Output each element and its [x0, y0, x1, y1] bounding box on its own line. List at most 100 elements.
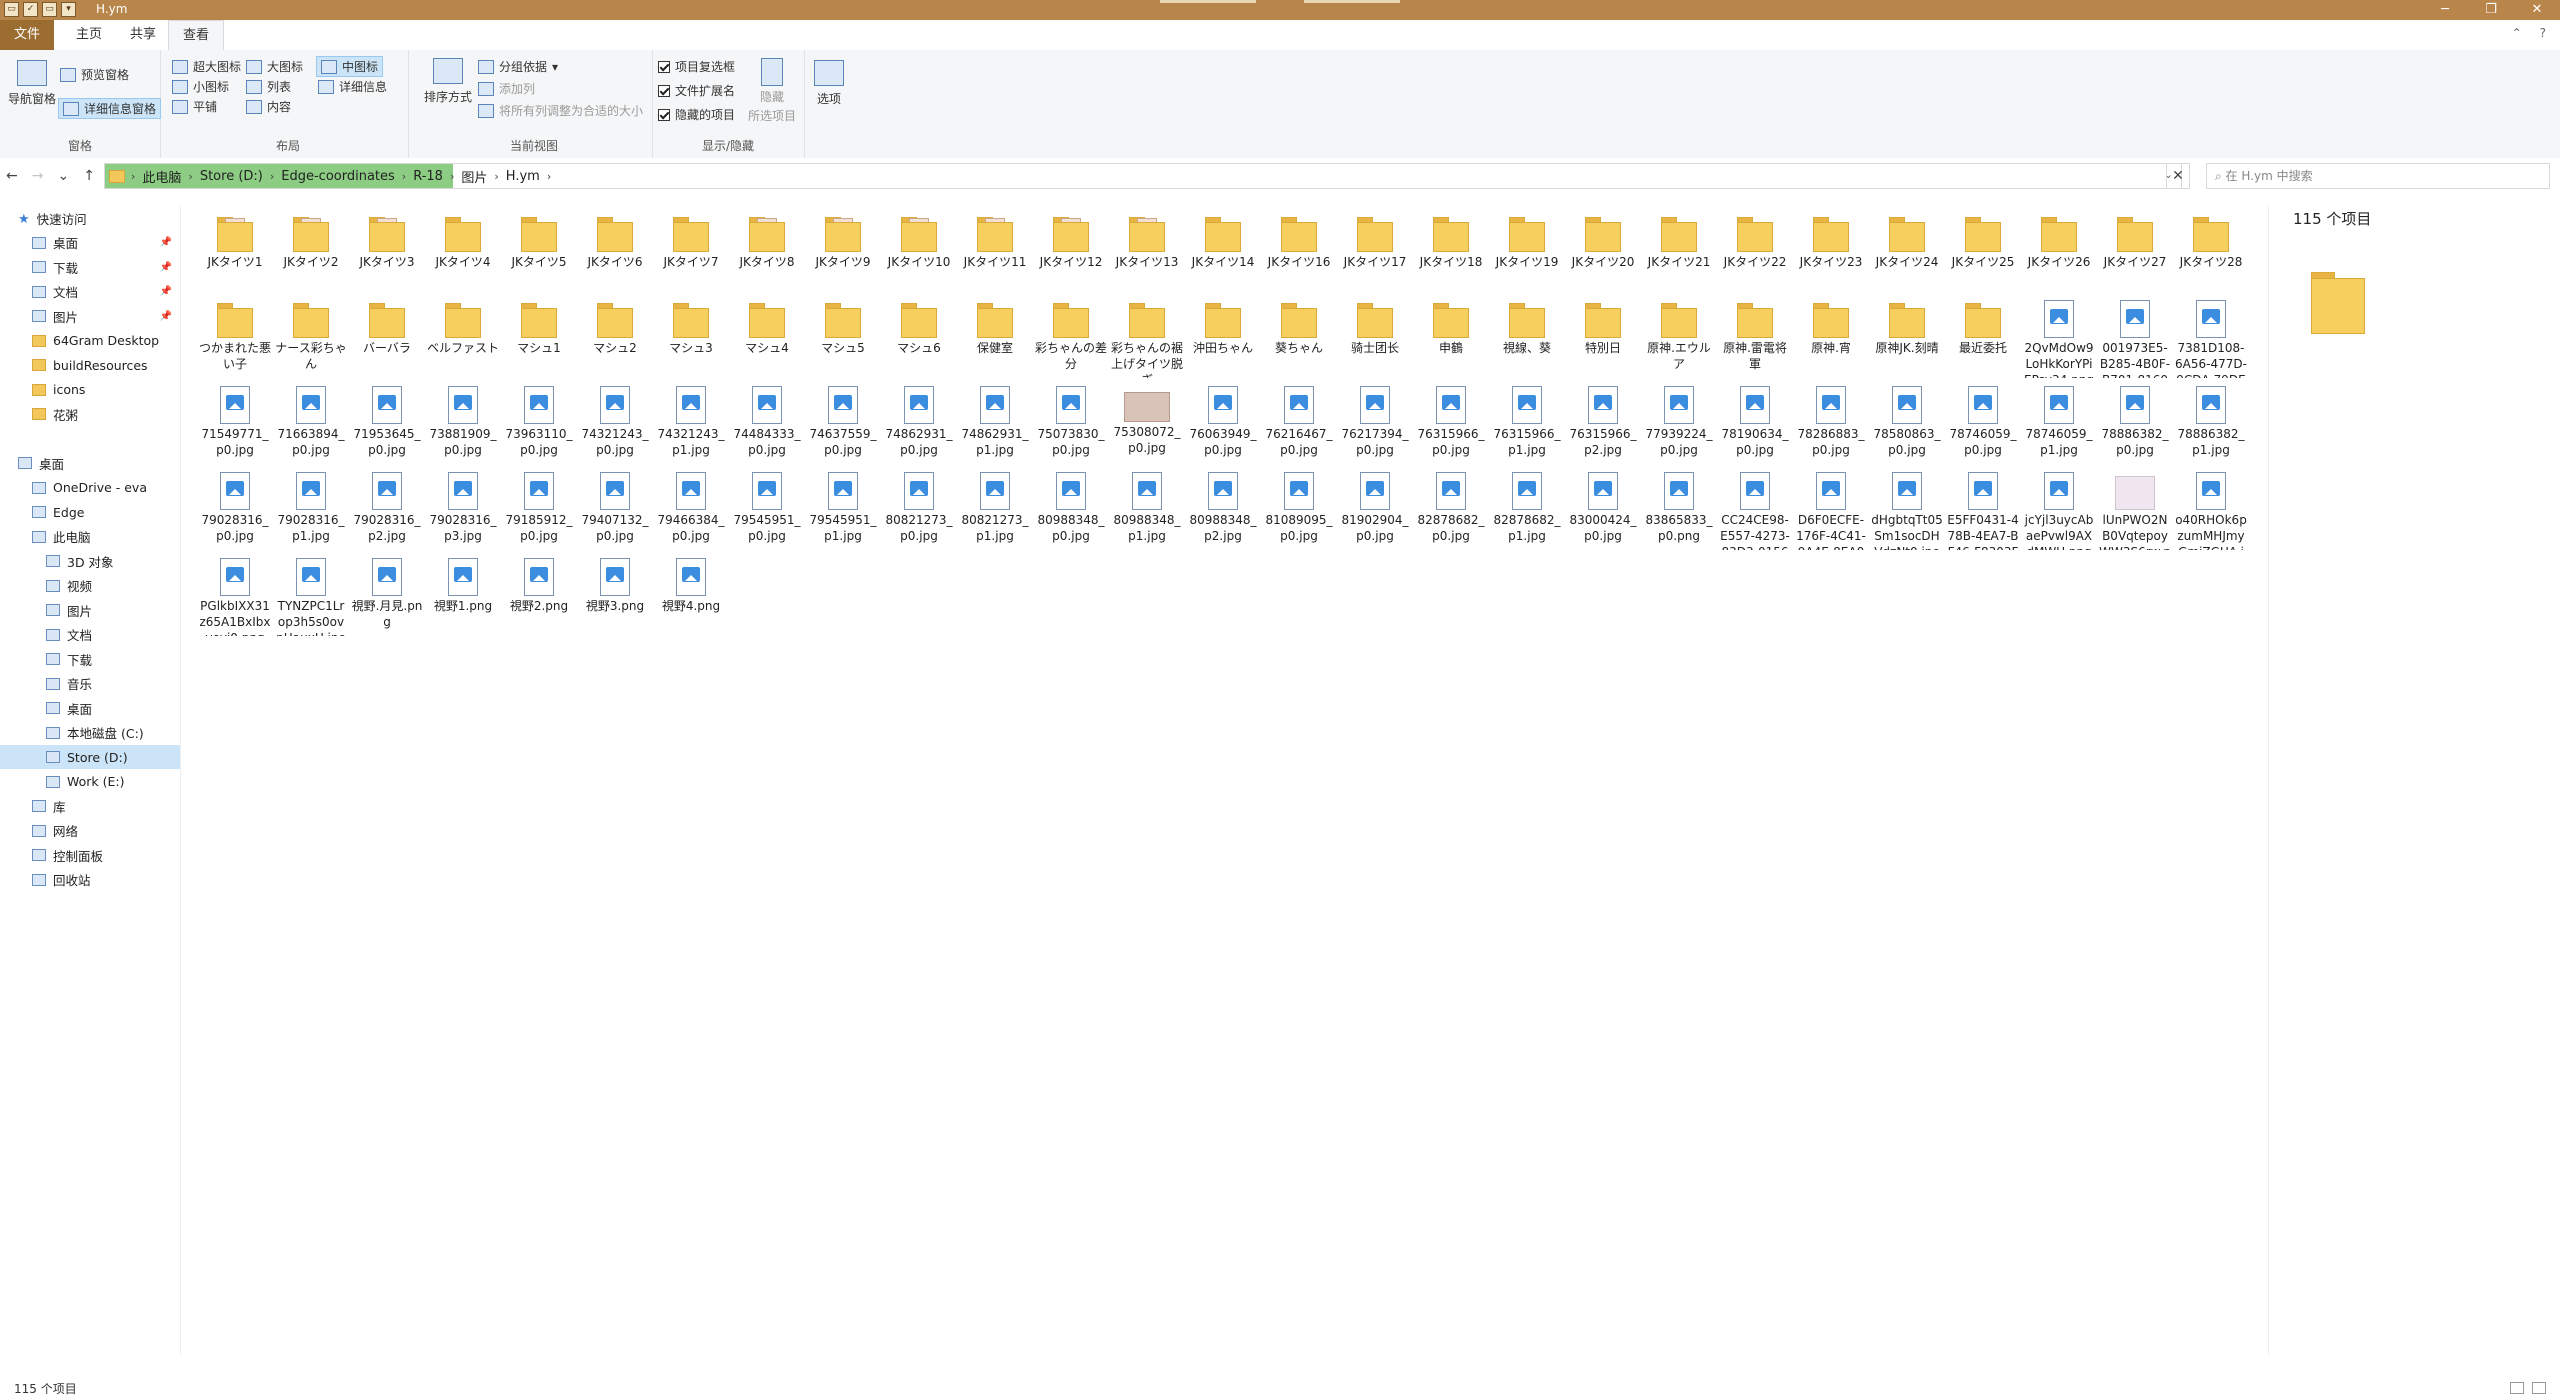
folder-item[interactable]: JKタイツ2	[273, 206, 349, 292]
file-item[interactable]: 80988348_p2.jpg	[1185, 464, 1261, 550]
nav-item[interactable]: 图片 📌	[0, 304, 180, 328]
address-bar[interactable]: › 此电脑 › Store (D:) › Edge-coordinates › …	[104, 163, 2182, 189]
layout-small-icons[interactable]: 小图标	[172, 78, 229, 95]
new-folder-icon[interactable]: ▭	[42, 2, 57, 17]
file-item[interactable]: PGlkbIXX31z65A1BxIbxveyj0.png	[197, 550, 273, 636]
minimize-button[interactable]: ─	[2422, 0, 2468, 20]
folder-item[interactable]: マシュ1	[501, 292, 577, 378]
tab-file[interactable]: 文件	[0, 20, 55, 50]
file-item[interactable]: 78286883_p0.jpg	[1793, 378, 1869, 464]
file-item[interactable]: 79466384_p0.jpg	[653, 464, 729, 550]
file-item[interactable]: 73963110_p0.jpg	[501, 378, 577, 464]
file-item[interactable]: 79185912_p0.jpg	[501, 464, 577, 550]
file-item[interactable]: 74637559_p0.jpg	[805, 378, 881, 464]
folder-item[interactable]: 沖田ちゃん	[1185, 292, 1261, 378]
file-item[interactable]: 71663894_p0.jpg	[273, 378, 349, 464]
folder-item[interactable]: JKタイツ18	[1413, 206, 1489, 292]
hide-selected-button[interactable]: 隐藏 所选项目	[748, 58, 796, 124]
close-address-button[interactable]: ✕	[2166, 163, 2190, 189]
folder-item[interactable]: JKタイツ21	[1641, 206, 1717, 292]
nav-item[interactable]: 下载	[0, 647, 180, 671]
folder-item[interactable]: JKタイツ13	[1109, 206, 1185, 292]
file-item[interactable]: 71549771_p0.jpg	[197, 378, 273, 464]
file-item[interactable]: 79545951_p0.jpg	[729, 464, 805, 550]
layout-large-icons[interactable]: 大图标	[246, 58, 303, 75]
folder-item[interactable]: JKタイツ4	[425, 206, 501, 292]
forward-button[interactable]: →	[32, 168, 44, 184]
folder-item[interactable]: JKタイツ20	[1565, 206, 1641, 292]
properties-icon[interactable]: ✓	[23, 2, 38, 17]
item-checkboxes-toggle[interactable]: 项目复选框	[658, 58, 735, 75]
file-item[interactable]: 76315966_p1.jpg	[1489, 378, 1565, 464]
nav-item[interactable]: Work (E:)	[0, 770, 180, 794]
navigation-pane-button[interactable]: 导航窗格	[8, 60, 56, 107]
preview-pane-button[interactable]: 预览窗格	[60, 66, 129, 83]
folder-item[interactable]: JKタイツ8	[729, 206, 805, 292]
tab-share[interactable]: 共享	[116, 20, 170, 50]
folder-item[interactable]: 原神.宵	[1793, 292, 1869, 378]
nav-item[interactable]: 网络	[0, 819, 180, 843]
file-item[interactable]: 76216467_p0.jpg	[1261, 378, 1337, 464]
folder-item[interactable]: 骑士团长	[1337, 292, 1413, 378]
file-item[interactable]: 79545951_p1.jpg	[805, 464, 881, 550]
nav-item[interactable]: Store (D:)	[0, 745, 180, 769]
folder-item[interactable]: ナース彩ちゃん	[273, 292, 349, 378]
nav-item[interactable]: 桌面	[0, 696, 180, 720]
file-item[interactable]: D6F0ECFE-176F-4C41-9A4E-8EA0DC2D...	[1793, 464, 1869, 550]
folder-item[interactable]: マシュ4	[729, 292, 805, 378]
folder-item[interactable]: JKタイツ19	[1489, 206, 1565, 292]
folder-item[interactable]: バーバラ	[349, 292, 425, 378]
nav-item[interactable]: 文档 📌	[0, 280, 180, 304]
large-icons-view-icon[interactable]	[2532, 1382, 2546, 1394]
hidden-items-toggle[interactable]: 隐藏的项目	[658, 106, 735, 123]
nav-item[interactable]: 控制面板	[0, 843, 180, 867]
up-button[interactable]: ↑	[83, 168, 95, 184]
file-item[interactable]: 001973E5-B285-4B0F-B701-81604EDBE...	[2097, 292, 2173, 378]
folder-item[interactable]: JKタイツ16	[1261, 206, 1337, 292]
folder-item[interactable]: JKタイツ25	[1945, 206, 2021, 292]
search-input[interactable]: ⌕ 在 H.ym 中搜索	[2206, 163, 2550, 189]
file-item[interactable]: 76217394_p0.jpg	[1337, 378, 1413, 464]
nav-item[interactable]: buildResources	[0, 353, 180, 377]
folder-item[interactable]: 最近委托	[1945, 292, 2021, 378]
folder-item[interactable]: JKタイツ14	[1185, 206, 1261, 292]
file-item[interactable]: 74321243_p1.jpg	[653, 378, 729, 464]
add-column-button[interactable]: 添加列	[478, 80, 535, 97]
folder-item[interactable]: マシュ5	[805, 292, 881, 378]
folder-item[interactable]: 葵ちゃん	[1261, 292, 1337, 378]
file-item[interactable]: 78190634_p0.jpg	[1717, 378, 1793, 464]
folder-item[interactable]: 保健室	[957, 292, 1033, 378]
nav-item[interactable]: 下载 📌	[0, 255, 180, 279]
folder-item[interactable]: JKタイツ23	[1793, 206, 1869, 292]
folder-item[interactable]: JKタイツ22	[1717, 206, 1793, 292]
file-extensions-checkbox[interactable]	[658, 84, 670, 97]
file-item[interactable]: 76315966_p0.jpg	[1413, 378, 1489, 464]
file-extensions-toggle[interactable]: 文件扩展名	[658, 82, 735, 99]
sort-by-button[interactable]: 排序方式	[424, 58, 472, 105]
file-item[interactable]: 78580863_p0.jpg	[1869, 378, 1945, 464]
layout-medium-icons[interactable]: 中图标	[316, 56, 384, 77]
help-icon[interactable]: ?	[2540, 26, 2546, 40]
file-item[interactable]: 視野2.png	[501, 550, 577, 636]
nav-item[interactable]: icons	[0, 378, 180, 402]
file-item[interactable]: 視野.月見.png	[349, 550, 425, 636]
folder-item[interactable]: JKタイツ10	[881, 206, 957, 292]
file-item[interactable]: 80821273_p1.jpg	[957, 464, 1033, 550]
folder-item[interactable]: JKタイツ1	[197, 206, 273, 292]
folder-item[interactable]: JKタイツ26	[2021, 206, 2097, 292]
collapse-ribbon-icon[interactable]: ⌃	[2512, 26, 2522, 40]
folder-item[interactable]: JKタイツ7	[653, 206, 729, 292]
layout-tiles[interactable]: 平铺	[172, 98, 217, 115]
folder-item[interactable]: JKタイツ3	[349, 206, 425, 292]
folder-item[interactable]: JKタイツ5	[501, 206, 577, 292]
file-item[interactable]: jcYjl3uycAbaePvwl9AXdMWU.png	[2021, 464, 2097, 550]
folder-item[interactable]: マシュ6	[881, 292, 957, 378]
options-button[interactable]: 选项	[814, 60, 844, 107]
breadcrumb-hym[interactable]: H.ym	[499, 169, 547, 184]
file-item[interactable]: 7381D108-6A56-477D-9CDA-79DE5BB...	[2173, 292, 2249, 378]
file-item[interactable]: 80988348_p0.jpg	[1033, 464, 1109, 550]
folder-item[interactable]: JKタイツ11	[957, 206, 1033, 292]
breadcrumb-this-pc[interactable]: 此电脑	[135, 167, 188, 186]
nav-item[interactable]: 本地磁盘 (C:)	[0, 721, 180, 745]
breadcrumb-edge-coordinates[interactable]: Edge-coordinates	[274, 169, 402, 184]
